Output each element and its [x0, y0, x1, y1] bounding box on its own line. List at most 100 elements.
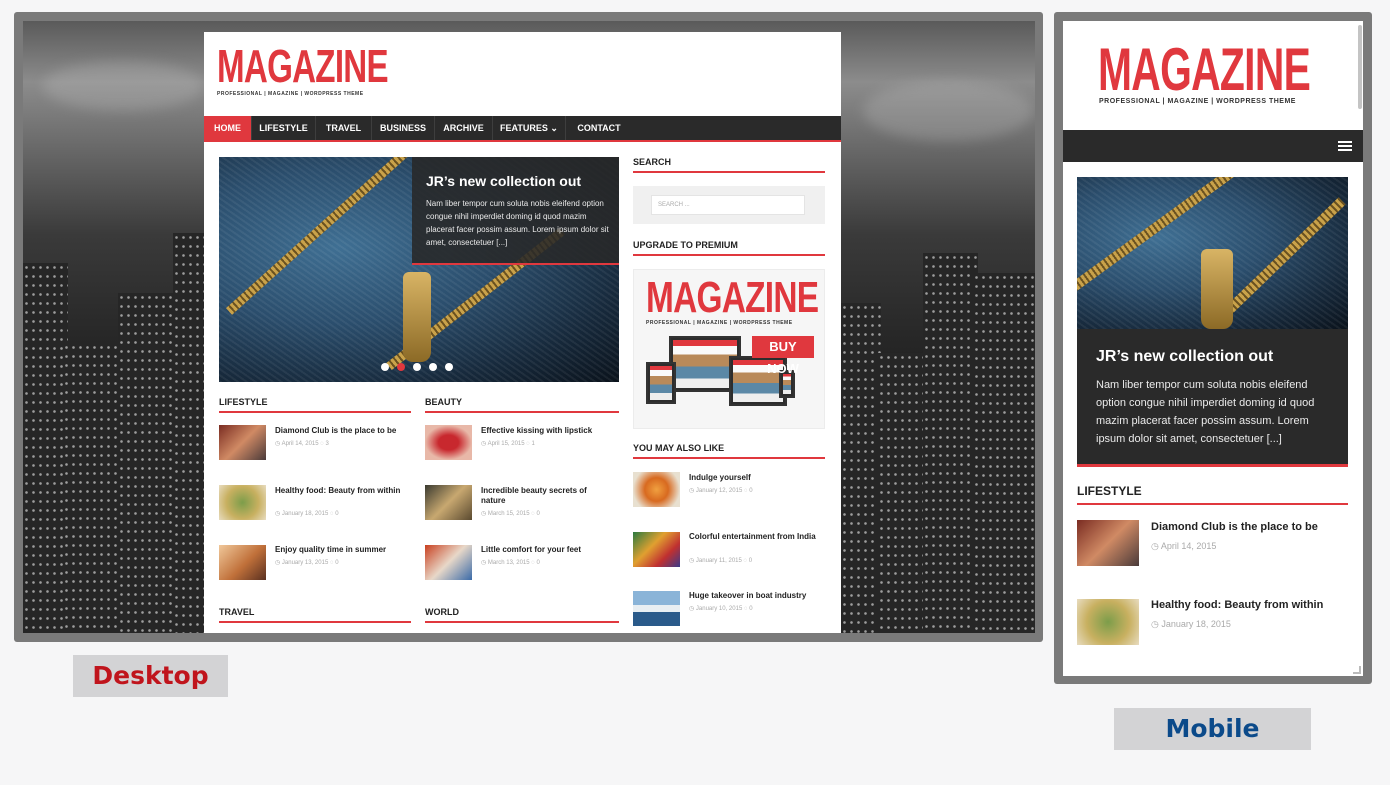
building [841, 303, 881, 633]
post-meta: ◷ January 18, 2015 ◌ 0 [275, 510, 339, 517]
post-meta: ◷ March 13, 2015 ◌ 0 [481, 559, 540, 566]
building [878, 353, 928, 633]
slider-dot[interactable] [381, 363, 389, 371]
comment-count: 0 [536, 511, 540, 517]
slider-dot-active[interactable] [397, 363, 405, 371]
clock-icon: ◷ [481, 560, 488, 566]
section-heading-beauty[interactable]: BEAUTY [425, 397, 619, 413]
post-thumbnail[interactable] [633, 472, 680, 507]
slider-title[interactable]: JR’s new collection out [426, 173, 581, 189]
post-thumbnail[interactable] [425, 545, 472, 580]
post-thumbnail[interactable] [1077, 520, 1139, 566]
mobile-section-heading-lifestyle[interactable]: LIFESTYLE [1077, 484, 1348, 505]
mobile-label: Mobile [1114, 708, 1311, 750]
post-thumbnail[interactable] [219, 545, 266, 580]
post-thumbnail[interactable] [633, 591, 680, 626]
mobile-featured-slider[interactable]: JR’s new collection out Nam liber tempor… [1077, 177, 1348, 467]
post-meta: ◷ April 14, 2015 [1151, 541, 1216, 552]
nav-item-contact[interactable]: CONTACT [566, 116, 632, 140]
section-heading-lifestyle[interactable]: LIFESTYLE [219, 397, 411, 413]
clock-icon: ◷ [689, 488, 696, 494]
post-title[interactable]: Little comfort for your feet [481, 545, 621, 555]
chevron-down-icon: ⌄ [550, 123, 558, 133]
post-date: January 13, 2015 [281, 560, 329, 566]
comment-count: 0 [749, 606, 753, 612]
mobile-site-logo[interactable]: MAGAZINE [1098, 39, 1311, 101]
clock-icon: ◷ [689, 558, 696, 564]
main-nav: HOME LIFESTYLE TRAVEL BUSINESS ARCHIVE F… [204, 116, 841, 142]
comment-count: 0 [749, 488, 753, 494]
nav-item-home[interactable]: HOME [204, 116, 252, 140]
mobile-site-tagline: PROFESSIONAL | MAGAZINE | WORDPRESS THEM… [1099, 98, 1296, 105]
post-thumbnail[interactable] [1077, 599, 1139, 645]
resize-handle-icon[interactable] [1353, 666, 1361, 674]
building [923, 253, 978, 633]
post-date: April 14, 2015 [281, 441, 319, 447]
post-thumbnail[interactable] [219, 485, 266, 520]
comment-icon: ◌ [524, 441, 532, 447]
nav-item-archive[interactable]: ARCHIVE [435, 116, 493, 140]
comment-count: 0 [335, 511, 339, 517]
building [173, 233, 208, 633]
section-heading-world[interactable]: WORLD [425, 607, 619, 623]
comment-count: 0 [335, 560, 339, 566]
desktop-label: Desktop [73, 655, 228, 697]
desktop-screen: MAGAZINE PROFESSIONAL | MAGAZINE | WORDP… [23, 21, 1035, 633]
post-date: January 10, 2015 [695, 606, 743, 612]
mobile-slider-title[interactable]: JR’s new collection out [1096, 348, 1273, 366]
site-logo[interactable]: MAGAZINE [217, 42, 389, 90]
comment-icon: ◌ [318, 441, 326, 447]
post-date: March 15, 2015 [487, 511, 530, 517]
clock-icon: ◷ [275, 511, 282, 517]
slider-dot[interactable] [445, 363, 453, 371]
post-meta: ◷ January 18, 2015 [1151, 619, 1231, 630]
widget-heading-also-like: YOU MAY ALSO LIKE [633, 443, 825, 459]
premium-ad-banner[interactable]: MAGAZINE PROFESSIONAL | MAGAZINE | WORDP… [633, 269, 825, 429]
widget-heading-search: SEARCH [633, 157, 825, 173]
slider-dot[interactable] [429, 363, 437, 371]
building [973, 273, 1035, 633]
building [23, 263, 68, 633]
featured-slider[interactable]: JR’s new collection out Nam liber tempor… [219, 157, 619, 382]
buy-now-button[interactable]: BUY NOW [752, 336, 814, 376]
comment-icon: ◌ [741, 558, 749, 564]
nav-item-travel[interactable]: TRAVEL [316, 116, 372, 140]
post-thumbnail[interactable] [425, 425, 472, 460]
post-date: March 13, 2015 [487, 560, 530, 566]
post-title[interactable]: Indulge yourself [689, 473, 824, 483]
post-title[interactable]: Huge takeover in boat industry [689, 591, 824, 601]
post-thumbnail[interactable] [425, 485, 472, 520]
post-date: April 15, 2015 [487, 441, 525, 447]
post-title[interactable]: Diamond Club is the place to be [1151, 521, 1351, 534]
post-thumbnail[interactable] [219, 425, 266, 460]
mobile-slider-image [1077, 177, 1348, 329]
clock-icon: ◷ [1151, 619, 1162, 629]
post-meta: ◷ January 11, 2015 ◌ 0 [689, 557, 752, 564]
comment-icon: ◌ [529, 511, 537, 517]
slider-dot[interactable] [413, 363, 421, 371]
nav-item-lifestyle[interactable]: LIFESTYLE [252, 116, 316, 140]
post-meta: ◷ April 14, 2015 ◌ 3 [275, 440, 329, 447]
building [118, 293, 173, 633]
post-title[interactable]: Diamond Club is the place to be [275, 426, 415, 436]
nav-item-features[interactable]: FEATURES ⌄ [493, 116, 566, 140]
slider-excerpt: Nam liber tempor cum soluta nobis eleife… [426, 199, 609, 247]
post-title[interactable]: Effective kissing with lipstick [481, 426, 621, 436]
mobile-screen: MAGAZINE PROFESSIONAL | MAGAZINE | WORDP… [1063, 21, 1363, 676]
post-title[interactable]: Incredible beauty secrets of nature [481, 486, 611, 506]
mobile-nav [1063, 130, 1363, 162]
post-title[interactable]: Healthy food: Beauty from within [1151, 599, 1351, 612]
scrollbar[interactable] [1358, 25, 1362, 109]
search-widget: SEARCH ... [633, 186, 825, 224]
search-input[interactable]: SEARCH ... [651, 195, 805, 215]
comment-count: 1 [531, 441, 535, 447]
post-title[interactable]: Healthy food: Beauty from within [275, 486, 405, 496]
section-heading-travel[interactable]: TRAVEL [219, 607, 411, 623]
post-meta: ◷ January 10, 2015 ◌ 0 [689, 605, 753, 612]
clock-icon: ◷ [481, 511, 488, 517]
post-title[interactable]: Colorful entertainment from India [689, 532, 819, 542]
post-title[interactable]: Enjoy quality time in summer [275, 545, 415, 555]
nav-item-business[interactable]: BUSINESS [372, 116, 435, 140]
comment-count: 3 [325, 441, 329, 447]
post-thumbnail[interactable] [633, 532, 680, 567]
